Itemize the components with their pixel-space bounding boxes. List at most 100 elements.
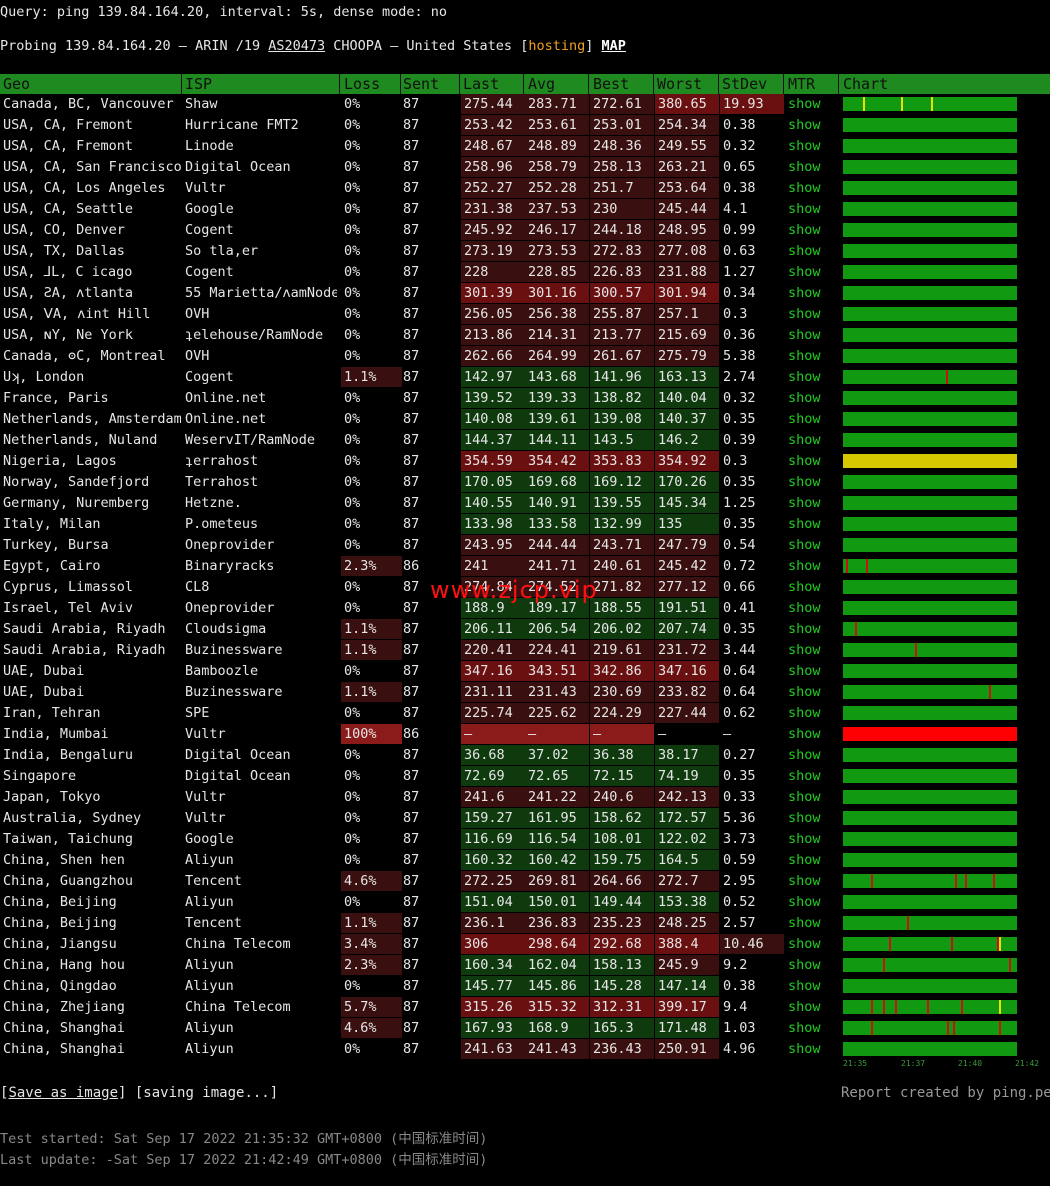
mtr-show-link[interactable]: show (788, 913, 828, 933)
mtr-show-link[interactable]: show (788, 346, 828, 366)
mtr-show-link[interactable]: show (788, 871, 828, 891)
geo-cell: USA, ɴY, Ne York (3, 327, 134, 343)
table-row: China, Shanghai Aliyun 4.6% 87 167.93 168.9 16… (0, 1018, 1050, 1039)
latency-chart (843, 559, 1017, 573)
geo-cell: UAE, Dubai (3, 663, 85, 679)
mtr-show-link[interactable]: show (788, 892, 828, 912)
last-cell: 301.39 (461, 283, 525, 303)
mtr-show-link[interactable]: show (788, 661, 828, 681)
mtr-show-link[interactable]: show (788, 808, 828, 828)
last-cell: 231.11 (461, 682, 525, 702)
latency-bar (843, 412, 1017, 426)
latency-bar (843, 1021, 1017, 1035)
mtr-show-link[interactable]: show (788, 493, 828, 513)
latency-chart (843, 433, 1017, 447)
mtr-show-link[interactable]: show (788, 976, 828, 996)
worst-cell: 215.69 (655, 325, 719, 345)
best-cell: 240.61 (590, 556, 654, 576)
mtr-show-link[interactable]: show (788, 220, 828, 240)
sent-cell: 87 (403, 810, 420, 826)
mtr-show-link[interactable]: show (788, 409, 828, 429)
mtr-show-link[interactable]: show (788, 241, 828, 261)
table-row: Saudi Arabia, Riyadh Cloudsigma 1.1% 87 206.… (0, 619, 1050, 640)
mtr-show-link[interactable]: show (788, 367, 828, 387)
best-cell: 244.18 (590, 220, 654, 240)
best-cell: 72.15 (590, 766, 654, 786)
mtr-show-link[interactable]: show (788, 850, 828, 870)
best-cell: 141.96 (590, 367, 654, 387)
latency-chart (843, 328, 1017, 342)
sent-cell: 86 (403, 726, 420, 742)
geo-cell: Taiwan, Taichung (3, 831, 134, 847)
last-cell: 252.27 (461, 178, 525, 198)
mtr-show-link[interactable]: show (788, 199, 828, 219)
worst-cell: 250.91 (655, 1039, 719, 1059)
geo-cell: China, Shanghai (3, 1020, 125, 1036)
mtr-show-link[interactable]: show (788, 136, 828, 156)
mtr-show-link[interactable]: show (788, 388, 828, 408)
mtr-show-link[interactable]: show (788, 997, 828, 1017)
latency-spike (866, 559, 868, 573)
mtr-show-link[interactable]: show (788, 514, 828, 534)
geo-cell: India, Bengaluru (3, 747, 134, 763)
mtr-show-link[interactable]: show (788, 577, 828, 597)
latency-chart (843, 181, 1017, 195)
geo-cell: Uʞ, London (3, 369, 85, 385)
stdev-cell: 0.99 (723, 222, 756, 238)
mtr-show-link[interactable]: show (788, 451, 828, 471)
avg-cell: 354.42 (525, 451, 589, 471)
geo-cell: China, Hang hou (3, 957, 125, 973)
mtr-show-link[interactable]: show (788, 472, 828, 492)
mtr-show-link[interactable]: show (788, 262, 828, 282)
mtr-show-link[interactable]: show (788, 934, 828, 954)
mtr-show-link[interactable]: show (788, 766, 828, 786)
best-cell: 300.57 (590, 283, 654, 303)
mtr-show-link[interactable]: show (788, 178, 828, 198)
best-cell: 224.29 (590, 703, 654, 723)
mtr-show-link[interactable]: show (788, 283, 828, 303)
isp-cell: Cogent (185, 222, 234, 238)
mtr-show-link[interactable]: show (788, 325, 828, 345)
latency-bar (843, 370, 1017, 384)
mtr-show-link[interactable]: show (788, 556, 828, 576)
mtr-show-link[interactable]: show (788, 619, 828, 639)
mtr-show-link[interactable]: show (788, 829, 828, 849)
latency-bar (843, 1000, 1017, 1014)
mtr-show-link[interactable]: show (788, 745, 828, 765)
mtr-show-link[interactable]: show (788, 787, 828, 807)
mtr-show-link[interactable]: show (788, 724, 828, 744)
mtr-show-link[interactable]: show (788, 955, 828, 975)
mtr-show-link[interactable]: show (788, 1018, 828, 1038)
mtr-show-link[interactable]: show (788, 94, 828, 114)
isp-cell: Aliyun (185, 1020, 234, 1036)
avg-cell: 72.65 (525, 766, 589, 786)
mtr-show-link[interactable]: show (788, 703, 828, 723)
mtr-show-link[interactable]: show (788, 1039, 828, 1059)
best-cell: — (590, 724, 654, 744)
asn-link[interactable]: AS20473 (268, 38, 325, 54)
mtr-show-link[interactable]: show (788, 598, 828, 618)
probe-mid: CHOOPA — United States [ (325, 38, 529, 54)
col-isp: ISP (185, 75, 213, 93)
time-tick-label: 21:35 (843, 1059, 868, 1068)
mtr-show-link[interactable]: show (788, 682, 828, 702)
col-chart: Chart (843, 75, 889, 93)
worst-cell: 388.4 (655, 934, 719, 954)
table-row: UAE, Dubai Buzinessware 1.1% 87 231.11 231.43… (0, 682, 1050, 703)
table-row: Italy, Milan P.ometeus 0% 87 133.98 133.58 132… (0, 514, 1050, 535)
isp-cell: Aliyun (185, 978, 234, 994)
mtr-show-link[interactable]: show (788, 430, 828, 450)
mtr-show-link[interactable]: show (788, 115, 828, 135)
map-link[interactable]: MAP (602, 38, 626, 54)
mtr-show-link[interactable]: show (788, 157, 828, 177)
mtr-show-link[interactable]: show (788, 304, 828, 324)
save-as-image-link[interactable]: Save as image (8, 1085, 118, 1101)
isp-cell: SPE (185, 705, 210, 721)
sent-cell: 87 (403, 201, 420, 217)
best-cell: 139.55 (590, 493, 654, 513)
latency-spike (961, 1000, 963, 1014)
worst-cell: 277.12 (655, 577, 719, 597)
mtr-show-link[interactable]: show (788, 640, 828, 660)
mtr-show-link[interactable]: show (788, 535, 828, 555)
stdev-cell: 0.33 (723, 789, 756, 805)
